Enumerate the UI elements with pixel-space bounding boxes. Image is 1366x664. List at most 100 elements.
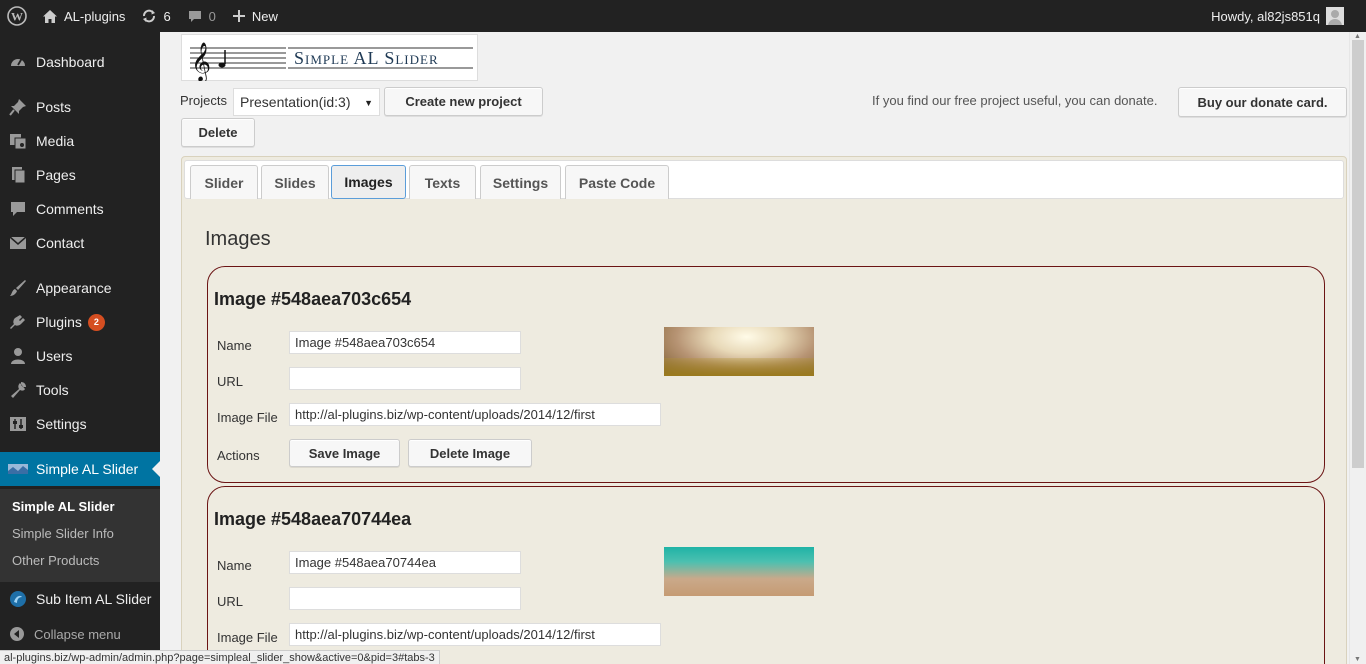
- sidebar-item-comments[interactable]: Comments: [0, 192, 160, 226]
- slider-submenu: Simple AL Slider Simple Slider Info Othe…: [0, 489, 160, 582]
- pages-icon: [0, 166, 36, 184]
- tab-paste-code[interactable]: Paste Code: [565, 165, 669, 199]
- browser-status-url: al-plugins.biz/wp-admin/admin.php?page=s…: [0, 650, 440, 664]
- wrench-icon: [0, 381, 36, 399]
- tab-slides[interactable]: Slides: [261, 165, 329, 199]
- dashboard-icon: [0, 53, 36, 71]
- project-select[interactable]: Presentation(id:3) ▼: [233, 88, 380, 116]
- main-content: 𝄞 Simple AL Slider Projects Presentation…: [160, 32, 1349, 664]
- plugin-logo: 𝄞 Simple AL Slider: [181, 34, 478, 81]
- image-name-input[interactable]: Image #548aea703c654: [289, 331, 521, 354]
- submenu-other-products[interactable]: Other Products: [12, 553, 99, 568]
- image-card-title: Image #548aea703c654: [214, 289, 412, 309]
- collapse-menu-button[interactable]: Collapse menu: [0, 622, 121, 646]
- image-thumbnail: [664, 547, 814, 596]
- chevron-down-icon: ▼: [364, 98, 373, 108]
- delete-image-button[interactable]: Delete Image: [408, 439, 532, 467]
- projects-label: Projects: [180, 93, 227, 108]
- images-section-title: Images: [205, 228, 271, 250]
- music-staff-icon: 𝄞: [190, 42, 286, 81]
- brush-icon: [0, 279, 36, 297]
- plug-icon: [0, 313, 36, 331]
- svg-text:𝄞: 𝄞: [191, 42, 211, 81]
- image-thumbnail: [664, 327, 814, 376]
- image-name-input[interactable]: Image #548aea70744ea: [289, 551, 521, 574]
- slider-tabs-panel: Slider Slides Images Texts Settings Past…: [181, 156, 1347, 664]
- image-file-label: Image File: [217, 630, 278, 645]
- updates-count: 6: [163, 8, 171, 24]
- admin-bar: W AL-plugins 6 0 New Howdy, al82js851q: [0, 0, 1366, 32]
- wordpress-logo-icon[interactable]: W: [0, 0, 34, 32]
- sidebar-item-tools[interactable]: Tools: [0, 373, 160, 407]
- save-image-button[interactable]: Save Image: [289, 439, 400, 467]
- image-file-input[interactable]: http://al-plugins.biz/wp-content/uploads…: [289, 623, 661, 646]
- pin-icon: [0, 98, 36, 116]
- sidebar-item-appearance[interactable]: Appearance: [0, 271, 160, 305]
- site-name-link[interactable]: AL-plugins: [34, 0, 133, 32]
- image-url-input[interactable]: [289, 587, 521, 610]
- image-card-title: Image #548aea70744ea: [214, 509, 412, 529]
- comment-icon: [0, 200, 36, 218]
- donate-text: If you find our free project useful, you…: [872, 93, 1158, 108]
- admin-sidebar: Dashboard Posts Media Pages Comments Con…: [0, 32, 160, 664]
- delete-project-button[interactable]: Delete: [181, 118, 255, 147]
- comment-bubble-icon: [187, 9, 203, 24]
- sidebar-item-settings[interactable]: Settings: [0, 407, 160, 441]
- howdy-text: Howdy, al82js851q: [1211, 8, 1320, 24]
- create-project-button[interactable]: Create new project: [384, 87, 543, 116]
- sub-item-icon: [0, 590, 36, 608]
- envelope-icon: [0, 236, 36, 250]
- sidebar-item-pages[interactable]: Pages: [0, 158, 160, 192]
- home-icon: [42, 9, 58, 24]
- image-file-label: Image File: [217, 410, 278, 425]
- updates-link[interactable]: 6: [133, 0, 178, 32]
- image-card: Image #548aea703c654 Name Image #548aea7…: [207, 266, 1325, 483]
- submenu-simple-al-slider[interactable]: Simple AL Slider: [12, 499, 115, 514]
- plugins-update-badge: 2: [87, 313, 105, 331]
- name-label: Name: [217, 338, 252, 353]
- tab-slider[interactable]: Slider: [190, 165, 258, 199]
- my-account-link[interactable]: Howdy, al82js851q: [1203, 0, 1366, 32]
- site-name: AL-plugins: [64, 8, 126, 24]
- sidebar-item-dashboard[interactable]: Dashboard: [0, 45, 160, 79]
- tab-texts[interactable]: Texts: [409, 165, 476, 199]
- sidebar-item-simple-al-slider[interactable]: Simple AL Slider: [0, 452, 160, 486]
- sidebar-item-posts[interactable]: Posts: [0, 90, 160, 124]
- page-scrollbar[interactable]: ▲ ▼: [1349, 32, 1366, 664]
- new-label: New: [251, 8, 278, 24]
- project-selected-value: Presentation(id:3): [240, 94, 351, 110]
- image-file-input[interactable]: http://al-plugins.biz/wp-content/uploads…: [289, 403, 661, 426]
- image-card: Image #548aea70744ea Name Image #548aea7…: [207, 486, 1325, 664]
- comments-link[interactable]: 0: [179, 0, 224, 32]
- user-icon: [0, 347, 36, 365]
- tab-bar: Slider Slides Images Texts Settings Past…: [184, 160, 1344, 199]
- scroll-up-icon[interactable]: ▲: [1354, 33, 1361, 40]
- sidebar-item-plugins[interactable]: Plugins 2: [0, 305, 160, 339]
- scrollbar-thumb[interactable]: [1352, 40, 1364, 468]
- collapse-arrow-icon: [0, 626, 34, 642]
- name-label: Name: [217, 558, 252, 573]
- refresh-icon: [141, 8, 157, 24]
- scroll-down-icon[interactable]: ▼: [1354, 656, 1361, 663]
- actions-label: Actions: [217, 448, 260, 463]
- sliders-icon: [0, 415, 36, 433]
- media-icon: [0, 132, 36, 150]
- donate-button[interactable]: Buy our donate card.: [1178, 87, 1347, 117]
- image-url-input[interactable]: [289, 367, 521, 390]
- url-label: URL: [217, 374, 244, 389]
- comments-count: 0: [208, 8, 216, 24]
- logo-text: Simple AL Slider: [294, 48, 439, 68]
- avatar: [1326, 7, 1344, 25]
- svg-text:W: W: [11, 10, 23, 24]
- tab-images[interactable]: Images: [331, 165, 406, 199]
- tab-settings[interactable]: Settings: [480, 165, 561, 199]
- plus-icon: [232, 9, 246, 23]
- sidebar-item-contact[interactable]: Contact: [0, 226, 160, 260]
- sidebar-item-sub-item-al-slider[interactable]: Sub Item AL Slider: [0, 582, 160, 616]
- submenu-simple-slider-info[interactable]: Simple Slider Info: [12, 526, 114, 541]
- sidebar-item-users[interactable]: Users: [0, 339, 160, 373]
- new-content-link[interactable]: New: [224, 0, 286, 32]
- slider-icon: [0, 462, 36, 476]
- url-label: URL: [217, 594, 244, 609]
- sidebar-item-media[interactable]: Media: [0, 124, 160, 158]
